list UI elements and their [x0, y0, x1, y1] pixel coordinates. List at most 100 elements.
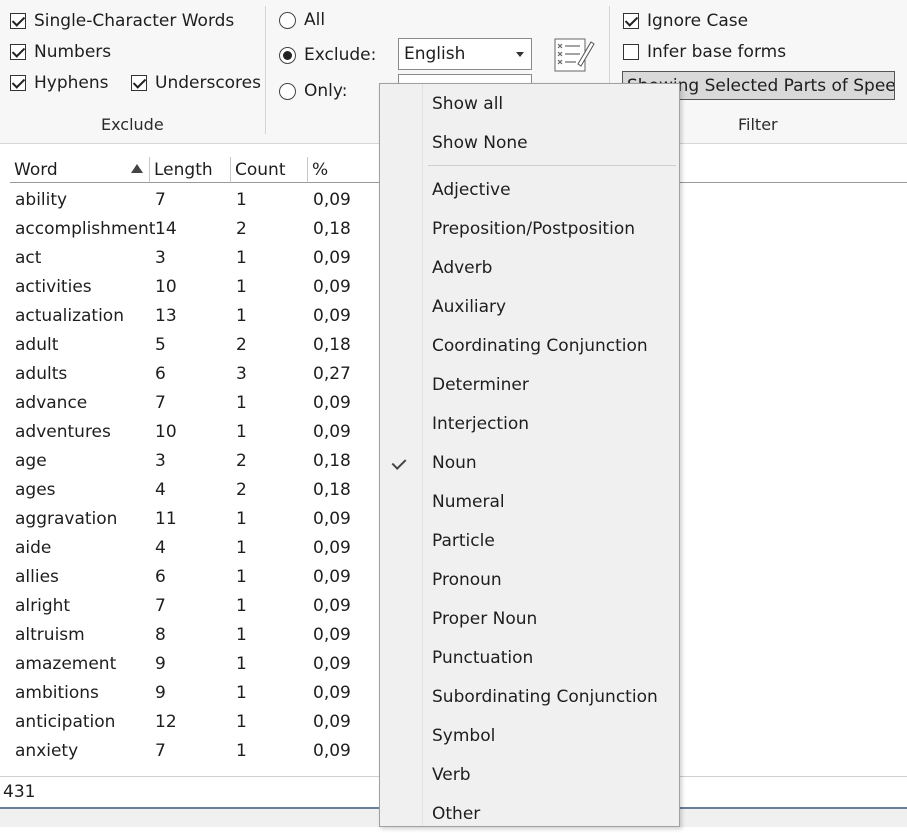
word-cell: allies — [15, 566, 59, 587]
count-cell: 1 — [236, 247, 247, 268]
table-row[interactable]: ages 4 2 0,18 — [10, 475, 378, 504]
percent-cell: 0,18 — [313, 334, 351, 355]
language-select-value: English — [404, 44, 466, 64]
menu-item-adjective[interactable]: Adjective — [380, 170, 679, 209]
count-cell: 2 — [236, 450, 247, 471]
menu-item-noun[interactable]: Noun — [380, 443, 679, 482]
menu-item-interjection[interactable]: Interjection — [380, 404, 679, 443]
length-cell: 6 — [155, 566, 166, 587]
infer-base-forms-checkbox[interactable]: Infer base forms — [623, 42, 786, 62]
word-cell: act — [15, 247, 42, 268]
menu-item-pronoun[interactable]: Pronoun — [380, 560, 679, 599]
menu-item-subordinating-conjunction[interactable]: Subordinating Conjunction — [380, 677, 679, 716]
menu-item-label: Determiner — [432, 374, 529, 395]
column-header-count[interactable]: Count — [231, 157, 308, 183]
table-row[interactable]: aggravation 11 1 0,09 — [10, 504, 378, 533]
infer-base-forms-label: Infer base forms — [647, 42, 787, 62]
language-select[interactable]: English — [398, 38, 532, 70]
menu-item-label: Verb — [432, 764, 471, 785]
menu-item-coordinating-conjunction[interactable]: Coordinating Conjunction — [380, 326, 679, 365]
numbers-checkbox[interactable]: Numbers — [10, 42, 111, 62]
ignore-case-checkbox[interactable]: Ignore Case — [623, 11, 748, 31]
menu-item-label: Numeral — [432, 491, 505, 512]
table-row[interactable]: alright 7 1 0,09 — [10, 591, 378, 620]
menu-item-particle[interactable]: Particle — [380, 521, 679, 560]
column-header-length[interactable]: Length — [150, 157, 231, 183]
hyphens-checkbox[interactable]: Hyphens — [10, 73, 109, 93]
percent-cell: 0,18 — [313, 218, 351, 239]
menu-item-preposition-postposition[interactable]: Preposition/Postposition — [380, 209, 679, 248]
menu-item-adverb[interactable]: Adverb — [380, 248, 679, 287]
table-row[interactable]: advance 7 1 0,09 — [10, 388, 378, 417]
menu-item-proper-noun[interactable]: Proper Noun — [380, 599, 679, 638]
chevron-down-icon — [516, 52, 524, 57]
percent-cell: 0,09 — [313, 189, 351, 210]
word-cell: anxiety — [15, 740, 79, 761]
all-radio[interactable]: All — [279, 10, 325, 30]
count-cell: 1 — [236, 682, 247, 703]
table-row[interactable]: anxiety 7 1 0,09 — [10, 736, 378, 765]
table-row[interactable]: ability 7 1 0,09 — [10, 185, 378, 214]
menu-item-show-none[interactable]: Show None — [380, 123, 679, 162]
table-row[interactable]: age 3 2 0,18 — [10, 446, 378, 475]
count-cell: 1 — [236, 653, 247, 674]
count-cell: 1 — [236, 508, 247, 529]
checkbox-icon — [623, 44, 639, 60]
word-cell: actualization — [15, 305, 124, 326]
word-cell: amazement — [15, 653, 117, 674]
column-header-word[interactable]: Word — [10, 157, 150, 183]
menu-item-punctuation[interactable]: Punctuation — [380, 638, 679, 677]
menu-item-auxiliary[interactable]: Auxiliary — [380, 287, 679, 326]
menu-item-verb[interactable]: Verb — [380, 755, 679, 794]
table-row[interactable]: anticipation 12 1 0,09 — [10, 707, 378, 736]
table-row[interactable]: ambitions 9 1 0,09 — [10, 678, 378, 707]
table-row[interactable]: adventures 10 1 0,09 — [10, 417, 378, 446]
word-count-status: 431 — [3, 782, 36, 802]
menu-item-label: Punctuation — [432, 647, 534, 668]
percent-cell: 0,18 — [313, 450, 351, 471]
checkbox-icon — [623, 13, 639, 29]
only-label: Only: — [304, 81, 348, 101]
table-row[interactable]: adult 5 2 0,18 — [10, 330, 378, 359]
single-character-words-label: Single-Character Words — [34, 11, 235, 31]
menu-item-other[interactable]: Other — [380, 794, 679, 833]
menu-item-symbol[interactable]: Symbol — [380, 716, 679, 755]
exclude-radio[interactable]: Exclude: — [279, 45, 376, 65]
column-header-word-label: Word — [14, 159, 58, 180]
table-row[interactable]: activities 10 1 0,09 — [10, 272, 378, 301]
table-row[interactable]: adults 6 3 0,27 — [10, 359, 378, 388]
column-header-length-label: Length — [154, 159, 213, 180]
menu-separator — [428, 165, 676, 166]
table-row[interactable]: allies 6 1 0,09 — [10, 562, 378, 591]
length-cell: 9 — [155, 653, 166, 674]
single-character-words-checkbox[interactable]: Single-Character Words — [10, 11, 234, 31]
menu-item-show-all[interactable]: Show all — [380, 84, 679, 123]
checkbox-icon — [10, 75, 26, 91]
word-cell: altruism — [15, 624, 85, 645]
exclude-group-label: Exclude — [101, 115, 164, 134]
count-cell: 2 — [236, 334, 247, 355]
menu-item-label: Coordinating Conjunction — [432, 335, 648, 356]
word-cell: adults — [15, 363, 68, 384]
word-cell: ages — [15, 479, 56, 500]
exclude-radio-label: Exclude: — [304, 45, 377, 65]
menu-item-determiner[interactable]: Determiner — [380, 365, 679, 404]
table-row[interactable]: actualization 13 1 0,09 — [10, 301, 378, 330]
length-cell: 7 — [155, 740, 166, 761]
only-radio[interactable]: Only: — [279, 81, 347, 101]
table-row[interactable]: act 3 1 0,09 — [10, 243, 378, 272]
menu-item-numeral[interactable]: Numeral — [380, 482, 679, 521]
table-row[interactable]: amazement 9 1 0,09 — [10, 649, 378, 678]
count-cell: 1 — [236, 595, 247, 616]
word-cell: adult — [15, 334, 59, 355]
length-cell: 12 — [155, 711, 177, 732]
table-row[interactable]: altruism 8 1 0,09 — [10, 620, 378, 649]
word-cell: ability — [15, 189, 68, 210]
word-list-icon[interactable] — [552, 36, 596, 74]
percent-cell: 0,18 — [313, 479, 351, 500]
underscores-checkbox[interactable]: Underscores — [131, 73, 261, 93]
column-header-count-label: Count — [235, 159, 286, 180]
word-cell: adventures — [15, 421, 111, 442]
table-row[interactable]: accomplishment 14 2 0,18 — [10, 214, 378, 243]
table-row[interactable]: aide 4 1 0,09 — [10, 533, 378, 562]
